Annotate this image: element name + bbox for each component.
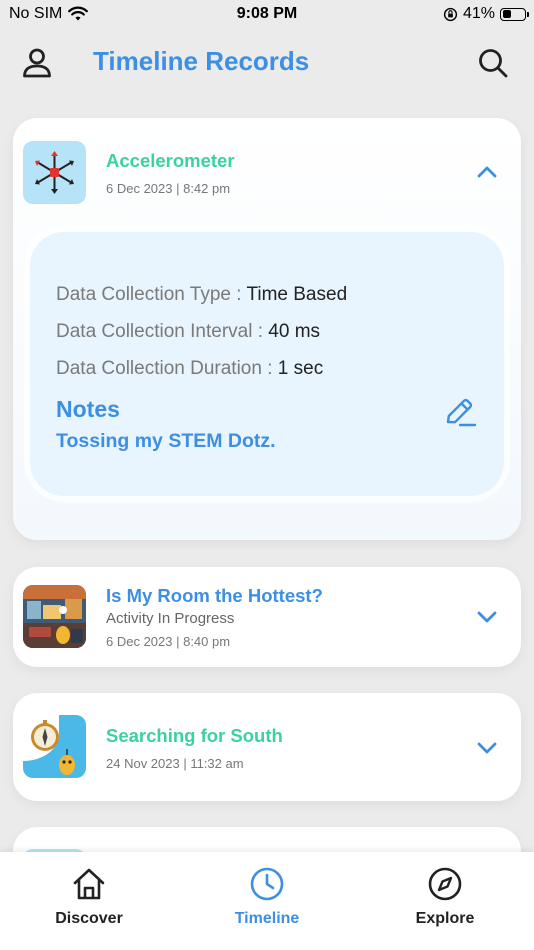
compass-activity-thumbnail <box>23 715 86 778</box>
record-title: Accelerometer <box>106 150 235 171</box>
detail-label: Data Collection Duration : <box>56 358 273 379</box>
detail-collection-duration: Data Collection Duration : 1 sec <box>56 358 323 380</box>
chevron-down-icon[interactable] <box>475 736 499 760</box>
nav-label: Explore <box>415 910 475 927</box>
detail-label: Data Collection Interval : <box>56 321 263 342</box>
accelerometer-thumbnail <box>23 141 86 204</box>
record-status: Activity In Progress <box>106 610 235 627</box>
battery-level <box>502 10 511 18</box>
record-title: Searching for South <box>106 725 283 746</box>
app-header: Timeline Records <box>0 38 534 86</box>
clock-icon <box>250 867 284 901</box>
nav-label: Discover <box>55 910 123 927</box>
detail-value: 1 sec <box>277 358 324 379</box>
notes-text: Tossing my STEM Dotz. <box>56 430 276 452</box>
nav-explore[interactable]: Explore <box>356 852 534 950</box>
compass-scene-illustration <box>23 715 86 778</box>
orientation-lock-icon <box>443 7 458 21</box>
compass-icon <box>428 867 462 901</box>
battery-icon <box>500 7 529 21</box>
nav-discover[interactable]: Discover <box>0 852 178 950</box>
profile-icon[interactable] <box>20 46 54 80</box>
status-bar: No SIM 9:08 PM 41% <box>0 0 534 28</box>
page-title: Timeline Records <box>93 46 310 76</box>
home-icon <box>73 868 105 900</box>
bottom-navigation: Discover Timeline Explore <box>0 852 534 950</box>
battery-percent: 41% <box>462 5 495 22</box>
record-details-panel: Data Collection Type : Time Based Data C… <box>30 232 504 496</box>
detail-label: Data Collection Type : <box>56 284 242 305</box>
record-card-searching-south[interactable]: Searching for South 24 Nov 2023 | 11:32 … <box>13 693 521 801</box>
nav-timeline[interactable]: Timeline <box>178 852 356 950</box>
detail-collection-type: Data Collection Type : Time Based <box>56 284 347 306</box>
room-activity-thumbnail <box>23 585 86 648</box>
notes-label: Notes <box>56 396 120 422</box>
room-scene-illustration <box>23 585 86 648</box>
detail-value: 40 ms <box>268 321 321 342</box>
record-card-accelerometer: Accelerometer 6 Dec 2023 | 8:42 pm Data … <box>13 118 521 540</box>
search-icon[interactable] <box>476 46 510 80</box>
detail-value: Time Based <box>246 284 348 305</box>
accelerometer-icon <box>35 151 74 194</box>
record-title: Is My Room the Hottest? <box>106 585 323 606</box>
detail-collection-interval: Data Collection Interval : 40 ms <box>56 321 320 343</box>
chevron-up-icon[interactable] <box>475 160 499 184</box>
record-date: 24 Nov 2023 | 11:32 am <box>106 756 244 771</box>
chevron-down-icon[interactable] <box>475 605 499 629</box>
nav-label: Timeline <box>234 910 300 927</box>
record-date: 6 Dec 2023 | 8:40 pm <box>106 634 231 649</box>
edit-pencil-icon[interactable] <box>442 394 478 430</box>
status-right: 41% <box>443 5 529 23</box>
record-card-room-hottest[interactable]: Is My Room the Hottest? Activity In Prog… <box>13 567 521 667</box>
record-date: 6 Dec 2023 | 8:42 pm <box>106 181 231 196</box>
